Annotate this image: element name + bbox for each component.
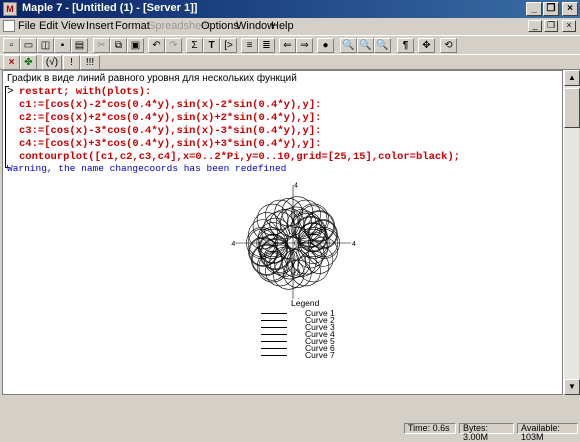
indent-icon[interactable]: ≡: [241, 38, 258, 53]
scroll-thumb[interactable]: [564, 88, 580, 128]
main-toolbar: ▫ ▭ ◫ ▪ ▤ ✂ ⧉ ▣ ↶ ↷ Σ T [> ≡ ≣ ⇐ ⇒ ● 🔍 🔍…: [0, 35, 580, 55]
menu-file[interactable]: File: [18, 20, 36, 32]
maximize-button[interactable]: ❐: [543, 2, 559, 16]
doc-minimize-button[interactable]: _: [528, 20, 542, 32]
y-tick-label: 2: [294, 212, 298, 219]
execution-group-bracket[interactable]: [5, 86, 9, 168]
y-tick-label: 0: [294, 241, 298, 248]
undo-icon[interactable]: ↶: [148, 38, 165, 53]
menu-view[interactable]: View: [61, 20, 85, 32]
function-icon[interactable]: ✤: [20, 55, 37, 70]
text-mode-button[interactable]: T: [203, 38, 220, 53]
command-line[interactable]: restart; with(plots):: [19, 86, 151, 98]
status-time: Time: 0.6s: [404, 423, 456, 434]
command-line[interactable]: c2:=[cos(x)+2*cos(0.4*y),sin(x)+2*sin(0.…: [19, 112, 321, 124]
doc-restore-button[interactable]: ❐: [544, 20, 558, 32]
menu-help[interactable]: Help: [271, 20, 294, 32]
execute-button[interactable]: !: [63, 55, 80, 70]
insert-prompt-icon[interactable]: [>: [220, 38, 237, 53]
vertical-scrollbar[interactable]: ▲ ▼: [563, 70, 580, 395]
x-tick-label: -4: [231, 241, 235, 248]
title-bar: M Maple 7 - [Untitled (1) - [Server 1]] …: [0, 0, 580, 18]
save-icon[interactable]: ▪: [54, 38, 71, 53]
scroll-down-icon[interactable]: ▼: [564, 379, 580, 395]
maple-app-icon[interactable]: M: [3, 2, 17, 16]
worksheet[interactable]: График в виде линий равного уровня для н…: [2, 70, 563, 395]
stop-icon[interactable]: ●: [317, 38, 334, 53]
status-bar: Time: 0.6s Bytes: 3.00M Available: 103M: [0, 397, 580, 442]
menu-options[interactable]: Options: [201, 20, 239, 32]
menu-window[interactable]: Window: [236, 20, 275, 32]
back-arrow-icon[interactable]: ⇐: [279, 38, 296, 53]
paste-icon[interactable]: ▣: [127, 38, 144, 53]
menu-format[interactable]: Format: [115, 20, 150, 32]
doc-close-button[interactable]: ×: [562, 20, 576, 32]
y-tick-label: 4: [294, 183, 298, 190]
context-toolbar: × ✤ (√) ! !!!: [0, 54, 580, 70]
status-available: Available: 103M: [517, 423, 578, 442]
menu-edit[interactable]: Edit: [39, 20, 58, 32]
command-line[interactable]: c3:=[cos(x)-3*cos(0.4*y),sin(x)-3*sin(0.…: [19, 125, 321, 137]
command-line[interactable]: c1:=[cos(x)-2*cos(0.4*y),sin(x)-2*sin(0.…: [19, 99, 321, 111]
print-icon[interactable]: ▤: [71, 38, 88, 53]
copy-icon[interactable]: ⧉: [110, 38, 127, 53]
forward-arrow-icon[interactable]: ⇒: [296, 38, 313, 53]
open-url-icon[interactable]: ◫: [37, 38, 54, 53]
redo-icon[interactable]: ↷: [165, 38, 182, 53]
scroll-up-icon[interactable]: ▲: [564, 70, 580, 86]
restart-icon[interactable]: ⟲: [440, 38, 457, 53]
close-button[interactable]: ×: [562, 2, 578, 16]
menu-bar: File Edit View Insert Format Spreadsheet…: [0, 18, 580, 35]
zoom-small-icon[interactable]: 🔍: [340, 38, 357, 53]
menu-insert[interactable]: Insert: [86, 20, 114, 32]
zoom-medium-icon[interactable]: 🔍: [357, 38, 374, 53]
outdent-icon[interactable]: ≣: [258, 38, 275, 53]
y-tick-label: -2: [294, 270, 300, 277]
x-icon[interactable]: ×: [3, 55, 20, 70]
zoom-large-icon[interactable]: 🔍: [374, 38, 391, 53]
status-bytes: Bytes: 3.00M: [459, 423, 514, 442]
legend-title: Legend: [291, 298, 320, 308]
input-prompt: >: [7, 86, 14, 98]
open-file-icon[interactable]: ▭: [20, 38, 37, 53]
math-mode-button[interactable]: Σ: [186, 38, 203, 53]
show-nonprinting-button[interactable]: ¶: [397, 38, 414, 53]
execute-all-button[interactable]: !!!: [80, 55, 100, 70]
legend-label: Curve 7: [305, 350, 335, 360]
new-file-icon[interactable]: ▫: [3, 38, 20, 53]
window-title: Maple 7 - [Untitled (1) - [Server 1]]: [22, 2, 198, 14]
cut-icon[interactable]: ✂: [93, 38, 110, 53]
command-line[interactable]: contourplot([c1,c2,c3,c4],x=0..2*Pi,y=0.…: [19, 151, 460, 163]
x-tick-label: 4: [352, 241, 356, 248]
warning-output: Warning, the name changecoords has been …: [7, 163, 287, 174]
command-line[interactable]: c4:=[cos(x)+3*cos(0.4*y),sin(x)+3*sin(0.…: [19, 138, 321, 150]
contour-plot[interactable]: -44420-2-4: [231, 181, 361, 299]
worksheet-comment: График в виде линий равного уровня для н…: [7, 73, 297, 84]
minimize-button[interactable]: _: [526, 2, 542, 16]
sqrt-button[interactable]: (√): [42, 55, 62, 70]
expand-icon[interactable]: ✥: [418, 38, 435, 53]
document-icon[interactable]: [3, 20, 15, 32]
legend-entry: Curve 7: [261, 350, 361, 360]
